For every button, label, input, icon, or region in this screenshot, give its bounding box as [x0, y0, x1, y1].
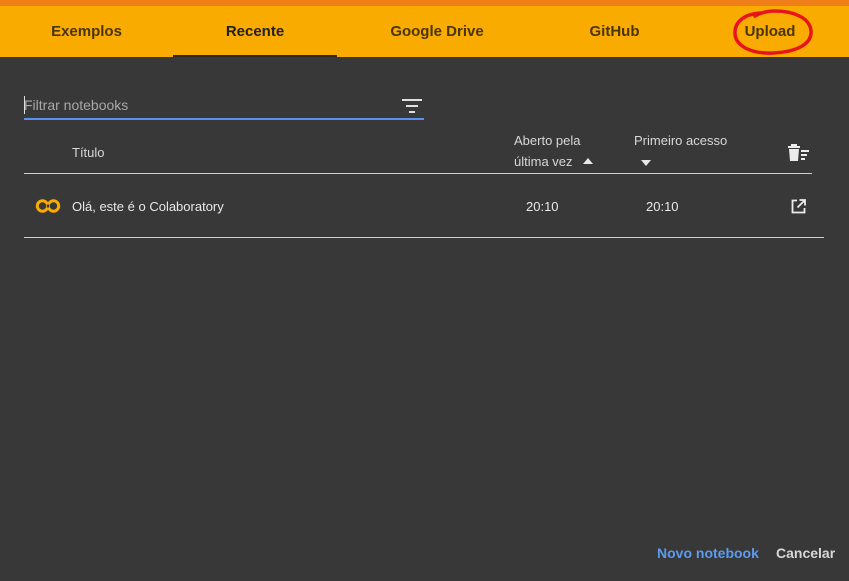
column-header-first-access[interactable]: Primeiro acesso	[634, 130, 727, 151]
tab-github-label: GitHub	[589, 23, 640, 40]
notebook-last-opened: 20:10	[526, 199, 559, 214]
column-header-title[interactable]: Título	[72, 142, 105, 163]
arrow-up-icon[interactable]	[583, 158, 593, 164]
tab-upload[interactable]: Upload	[712, 6, 828, 57]
column-header-last-opened-line1[interactable]: Aberto pela	[514, 130, 581, 151]
tab-google-drive[interactable]: Google Drive	[337, 6, 537, 57]
tab-bar: Exemplos Recente Google Drive GitHub Upl…	[0, 0, 849, 57]
active-tab-indicator	[173, 55, 337, 57]
tab-github[interactable]: GitHub	[537, 6, 692, 57]
notebook-title[interactable]: Olá, este é o Colaboratory	[72, 199, 224, 214]
table-row[interactable]: Olá, este é o Colaboratory 20:10 20:10	[24, 174, 824, 237]
tab-google-drive-label: Google Drive	[390, 23, 484, 40]
filter-list-icon[interactable]	[402, 98, 422, 114]
column-header-last-opened-line2[interactable]: última vez	[514, 151, 573, 172]
row-divider	[24, 237, 824, 238]
tab-recente[interactable]: Recente	[173, 6, 337, 57]
notebook-first-access: 20:10	[646, 199, 679, 214]
tab-upload-label: Upload	[744, 23, 796, 40]
tab-recente-label: Recente	[225, 23, 285, 40]
filter-input[interactable]	[24, 94, 384, 116]
tab-exemplos[interactable]: Exemplos	[0, 6, 173, 57]
colab-logo-icon	[35, 199, 61, 213]
arrow-down-icon[interactable]	[641, 160, 651, 166]
new-notebook-button[interactable]: Novo notebook	[657, 545, 759, 561]
filter-field[interactable]	[24, 90, 424, 120]
tab-exemplos-label: Exemplos	[51, 23, 122, 40]
open-in-new-icon[interactable]	[791, 199, 806, 214]
delete-sweep-icon[interactable]	[787, 144, 809, 162]
cancel-button[interactable]: Cancelar	[776, 545, 835, 561]
